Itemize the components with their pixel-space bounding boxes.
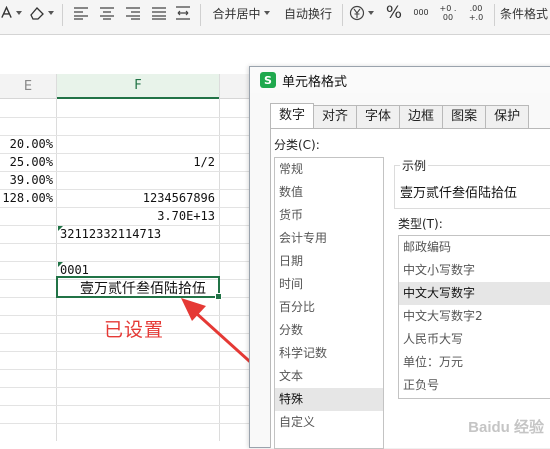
- category-list[interactable]: 常规 数值 货币 会计专用 日期 时间 百分比 分数 科学记数 文本 特殊 自定…: [274, 157, 384, 449]
- tab-alignment[interactable]: 对齐: [313, 105, 358, 128]
- tab-pattern[interactable]: 图案: [442, 105, 487, 128]
- list-item-selected[interactable]: 特殊: [275, 388, 383, 411]
- list-item[interactable]: 百分比: [275, 296, 383, 319]
- category-label: 分类(C):: [274, 138, 320, 152]
- list-item[interactable]: 时间: [275, 273, 383, 296]
- tab-number[interactable]: 数字: [270, 103, 315, 128]
- list-item[interactable]: 正负号: [399, 374, 550, 397]
- type-label: 类型(T):: [398, 217, 443, 231]
- wps-logo-icon: S: [260, 72, 276, 88]
- type-list[interactable]: 邮政编码 中文小写数字 中文大写数字 中文大写数字2 人民币大写 单位：万元 正…: [398, 235, 550, 399]
- list-item-selected[interactable]: 中文大写数字: [399, 282, 550, 305]
- list-item[interactable]: 数值: [275, 181, 383, 204]
- sample-value: 壹万贰仟叁佰陆拾伍: [400, 186, 518, 201]
- list-item[interactable]: 中文小写数字: [399, 259, 550, 282]
- list-item[interactable]: 常规: [275, 158, 383, 181]
- tab-protection[interactable]: 保护: [485, 105, 530, 128]
- list-item[interactable]: 日期: [275, 250, 383, 273]
- tab-border[interactable]: 边框: [399, 105, 444, 128]
- dialog-tabs: 数字 对齐 字体 边框 图案 保护: [270, 103, 530, 129]
- dialog-titlebar[interactable]: S 单元格格式: [250, 67, 550, 93]
- list-item[interactable]: 会计专用: [275, 227, 383, 250]
- list-item[interactable]: 自定义: [275, 411, 383, 434]
- list-item[interactable]: 科学记数: [275, 342, 383, 365]
- sample-label: 示例: [400, 157, 429, 174]
- dialog-title: 单元格格式: [282, 74, 348, 90]
- watermark: Baidu 经验: [468, 419, 544, 436]
- list-item[interactable]: 中文大写数字2: [399, 305, 550, 328]
- list-item[interactable]: 邮政编码: [399, 236, 550, 259]
- tab-font[interactable]: 字体: [356, 105, 401, 128]
- format-cells-dialog: S 单元格格式 数字 对齐 字体 边框 图案 保护 分类(C): 常规 数值 货…: [249, 66, 550, 449]
- list-item[interactable]: 单位：万元: [399, 351, 550, 374]
- list-item[interactable]: 文本: [275, 365, 383, 388]
- list-item[interactable]: 分数: [275, 319, 383, 342]
- list-item[interactable]: 人民币大写: [399, 328, 550, 351]
- list-item[interactable]: 货币: [275, 204, 383, 227]
